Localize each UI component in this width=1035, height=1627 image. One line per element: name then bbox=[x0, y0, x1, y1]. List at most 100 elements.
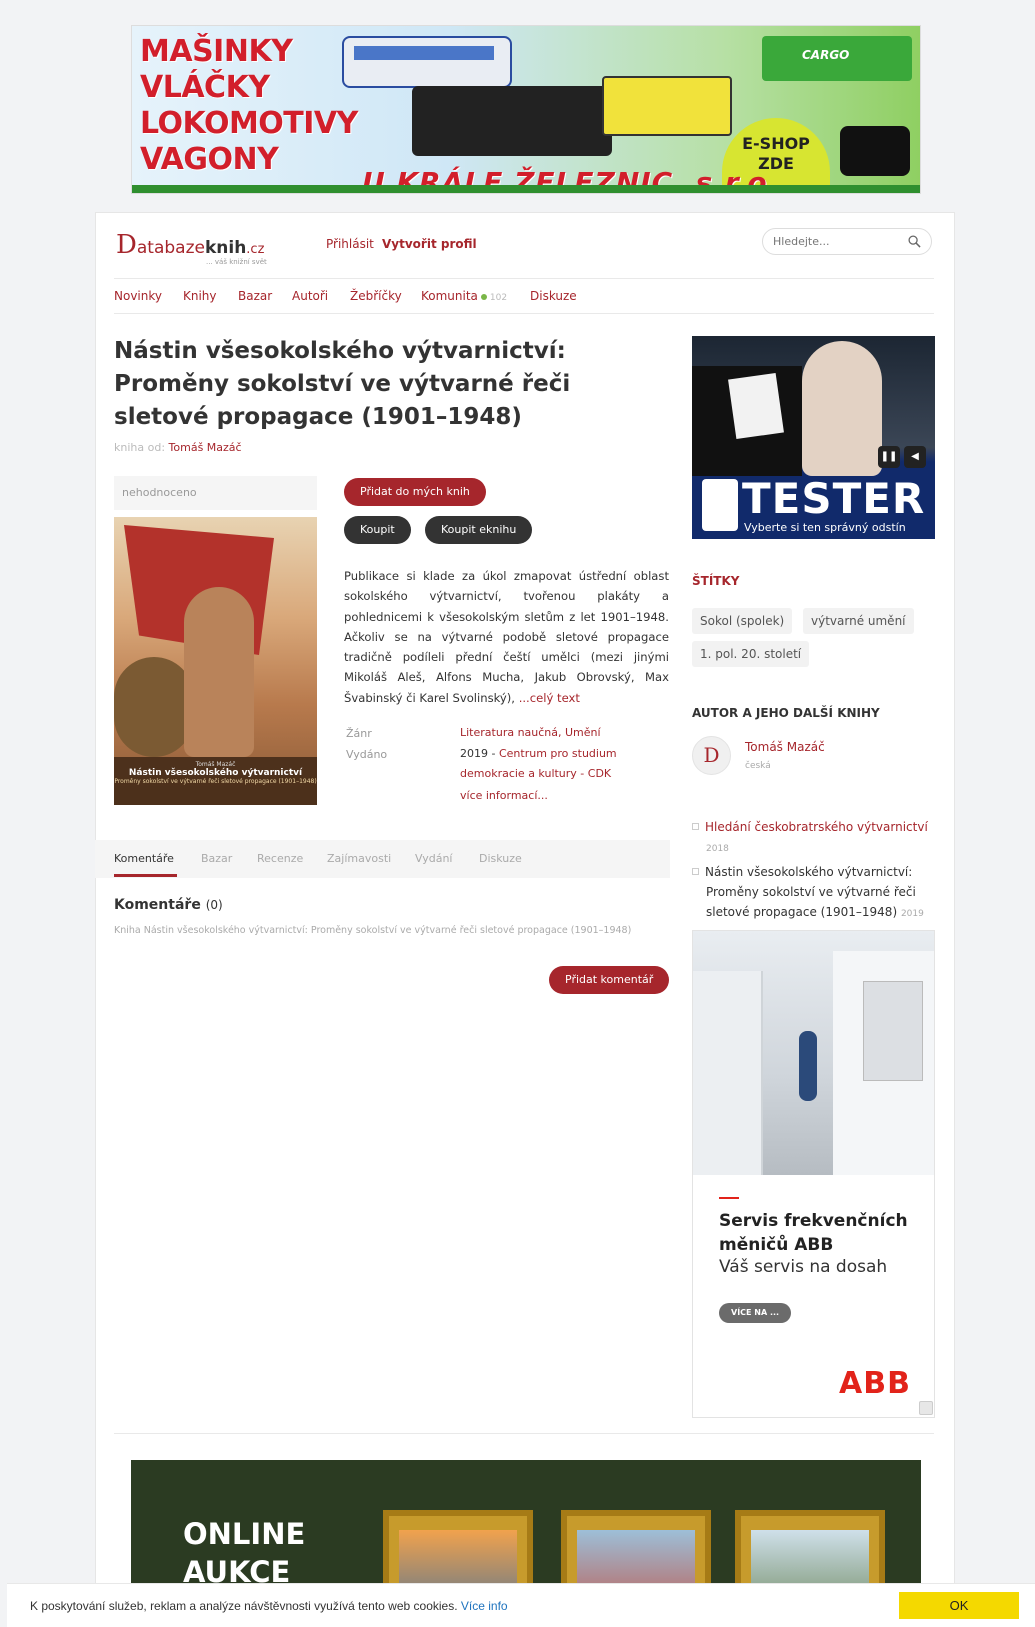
tab-diskuze[interactable]: Diskuze bbox=[479, 852, 522, 865]
search-box bbox=[762, 228, 932, 255]
cover-title-band: Tomáš Mazáč Nástin všesokolského výtvarn… bbox=[114, 757, 317, 805]
nav-item-novinky[interactable]: Novinky bbox=[114, 289, 162, 303]
bullet-icon bbox=[692, 868, 699, 875]
electric-train-image bbox=[342, 36, 512, 88]
ad-accent-bar bbox=[719, 1197, 739, 1199]
published-year: 2019 - bbox=[460, 747, 499, 760]
tab-recenze[interactable]: Recenze bbox=[257, 852, 303, 865]
logo-text-1: atabaze bbox=[136, 238, 205, 258]
logo-letter: D bbox=[116, 230, 137, 260]
tab-vydani[interactable]: Vydání bbox=[415, 852, 453, 865]
pause-icon[interactable]: ❚❚ bbox=[878, 446, 900, 468]
logo-text-2: knih bbox=[204, 238, 247, 258]
list-item: Hledání českobratrského výtvarnictví 201… bbox=[692, 817, 935, 859]
published-value: 2019 - Centrum pro studium demokracie a … bbox=[460, 744, 670, 784]
tag-1-pol-20-stoleti[interactable]: 1. pol. 20. století bbox=[692, 641, 810, 667]
tab-zajimavosti[interactable]: Zajímavosti bbox=[327, 852, 391, 865]
page-title: Nástin všesokolského výtvarnictví: Promě… bbox=[114, 338, 571, 430]
tag-sokol[interactable]: Sokol (spolek) bbox=[692, 608, 793, 634]
ad-sheet-music bbox=[728, 372, 784, 440]
ad-auction-headline: ONLINE AUKCE bbox=[183, 1517, 306, 1589]
cookie-bar: K poskytování služeb, reklam a analýze n… bbox=[7, 1583, 1035, 1627]
more-info-link[interactable]: více informací... bbox=[460, 786, 670, 806]
banner-headline: MAŠINKY VLÁČKY LOKOMOTIVY VAGONY bbox=[140, 34, 358, 177]
book-year: 2019 bbox=[900, 909, 924, 919]
footer-divider bbox=[114, 1433, 934, 1434]
ad-girl-photo bbox=[802, 341, 882, 476]
sidebar-author-link[interactable]: Tomáš Mazáč bbox=[745, 740, 825, 754]
nav-komunita-label: Komunita bbox=[421, 289, 478, 303]
cover-title: Nástin všesokolského výtvarnictví bbox=[128, 768, 303, 778]
nav-item-komunita[interactable]: Komunita 102 bbox=[421, 289, 507, 303]
ad-tester-word: TESTER bbox=[742, 474, 926, 523]
cover-subtitle: Proměny sokolství ve výtvarné řeči sleto… bbox=[114, 778, 317, 785]
cover-author: Tomáš Mazáč bbox=[195, 761, 236, 768]
search-icon[interactable] bbox=[908, 235, 921, 248]
active-tab-indicator bbox=[114, 874, 177, 877]
abb-ad[interactable]: Servis frekvenčních měničů ABB Váš servi… bbox=[692, 930, 935, 1418]
nav-item-autori[interactable]: Autoři bbox=[292, 289, 328, 303]
genre-link[interactable]: Literatura naučná, Umění bbox=[460, 723, 670, 743]
site-logo[interactable]: Databazeknih.cz ... váš knižní svět bbox=[116, 230, 267, 266]
add-to-my-books-button[interactable]: Přidat do mých knih bbox=[344, 478, 486, 506]
comments-count: (0) bbox=[205, 898, 223, 912]
book-annotation: Publikace si klade za úkol zmapovat ústř… bbox=[344, 566, 669, 708]
ad-abb-cta-button[interactable]: VÍCE NA ... bbox=[719, 1303, 792, 1323]
logo-tagline: ... váš knižní svět bbox=[206, 258, 267, 266]
mute-icon[interactable]: ◀ bbox=[904, 446, 926, 468]
full-text-link[interactable]: ...celý text bbox=[519, 691, 580, 705]
cover-figure bbox=[184, 587, 254, 757]
ad-choices-icon[interactable] bbox=[919, 1401, 933, 1415]
nav-item-bazar[interactable]: Bazar bbox=[238, 289, 272, 303]
nav-top-divider bbox=[114, 278, 934, 279]
tester-ad[interactable]: ❚❚ ◀ TESTER Vyberte si ten správný odstí… bbox=[692, 336, 935, 539]
yellow-railcar-image bbox=[602, 76, 732, 136]
book-cover-image[interactable]: Tomáš Mazáč Nástin všesokolského výtvarn… bbox=[114, 517, 317, 805]
nav-item-knihy[interactable]: Knihy bbox=[183, 289, 217, 303]
ad-paint-can bbox=[702, 479, 738, 531]
ad-drive-unit bbox=[863, 981, 923, 1081]
comments-title: Komentáře (0) bbox=[114, 897, 223, 913]
tab-bazar[interactable]: Bazar bbox=[201, 852, 232, 865]
ad-cabinet-1 bbox=[693, 971, 763, 1175]
buy-ebook-button[interactable]: Koupit eknihu bbox=[425, 516, 533, 544]
cookie-ok-button[interactable]: OK bbox=[899, 1592, 1019, 1619]
login-link[interactable]: Přihlásit bbox=[326, 237, 374, 251]
community-count: 102 bbox=[489, 293, 508, 303]
ad-abb-title: Servis frekvenčních měničů ABB bbox=[719, 1211, 908, 1255]
abb-logo: ABB bbox=[839, 1366, 911, 1401]
author-book-current: Nástin všesokolského výtvarnictví: Promě… bbox=[705, 865, 916, 919]
ad-abb-subtitle: Váš servis na dosah bbox=[719, 1257, 888, 1277]
book-author-link[interactable]: Tomáš Mazáč bbox=[169, 441, 242, 454]
buy-button[interactable]: Koupit bbox=[344, 516, 411, 544]
bullet-icon bbox=[692, 823, 699, 830]
genre-label: Žánr bbox=[346, 727, 372, 740]
register-link[interactable]: Vytvořit profil bbox=[382, 237, 477, 251]
add-comment-button[interactable]: Přidat komentář bbox=[549, 966, 670, 994]
search-input[interactable] bbox=[763, 229, 893, 254]
book-year: 2018 bbox=[706, 844, 729, 854]
cargo-train-image: CARGO bbox=[762, 36, 912, 81]
tag-vytvarne-umeni[interactable]: výtvarné umění bbox=[803, 608, 914, 634]
tab-komentare[interactable]: Komentáře bbox=[114, 852, 174, 865]
avatar[interactable]: D bbox=[692, 736, 731, 775]
cartoon-locomotive-icon bbox=[840, 126, 910, 176]
logo-text-3: .cz bbox=[246, 242, 265, 257]
author-book-link[interactable]: Hledání českobratrského výtvarnictví bbox=[705, 820, 928, 834]
cookie-more-info-link[interactable]: Více info bbox=[461, 1599, 508, 1613]
steam-locomotive-image bbox=[412, 86, 612, 156]
list-item: Nástin všesokolského výtvarnictví: Promě… bbox=[692, 862, 935, 924]
comments-title-text: Komentáře bbox=[114, 897, 201, 913]
cookie-message: K poskytování služeb, reklam a analýze n… bbox=[30, 1599, 461, 1613]
nav-item-zebricky[interactable]: Žebříčky bbox=[350, 289, 402, 303]
nav-item-diskuze[interactable]: Diskuze bbox=[530, 289, 577, 303]
author-prefix: kniha od: bbox=[114, 441, 166, 454]
ad-tester-sub: Vyberte si ten správný odstín bbox=[744, 521, 906, 534]
rating-box: nehodnoceno bbox=[114, 476, 317, 510]
top-banner-ad[interactable]: MAŠINKY VLÁČKY LOKOMOTIVY VAGONY CARGO E… bbox=[131, 25, 921, 194]
online-dot-icon bbox=[480, 293, 487, 300]
ad-abb-photo bbox=[693, 931, 934, 1175]
nav-bottom-divider bbox=[114, 313, 934, 314]
book-author-line: kniha od: Tomáš Mazáč bbox=[114, 441, 242, 454]
cookie-text: K poskytování služeb, reklam a analýze n… bbox=[30, 1599, 508, 1613]
